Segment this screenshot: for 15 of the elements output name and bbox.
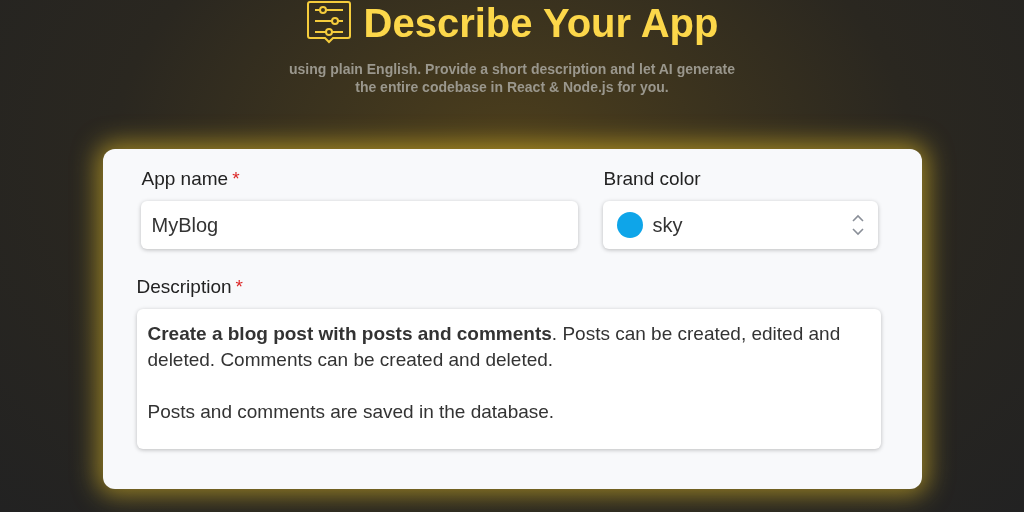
sliders-icon — [305, 0, 352, 46]
field-label: App name — [141, 166, 229, 191]
required-mark: * — [235, 274, 243, 299]
field-label: Description — [136, 274, 232, 299]
subtitle-line: the entire codebase in React & Node.js for you. — [355, 78, 669, 96]
description-field[interactable]: Create a blog post with posts and comments. Posts can be created, edited and deleted. Comments can be created and deleted. Posts and comments are saved in the database. — [136, 309, 881, 449]
app-name-field[interactable]: MyBlog — [140, 201, 578, 249]
description-paragraph: Posts and comments are saved in the database. — [147, 400, 556, 424]
field-label: Brand color — [603, 166, 701, 191]
description-paragraph: Create a blog post with posts and comments. Posts can be created, edited and deleted. Comments can be created and deleted. — [147, 322, 842, 372]
required-mark: * — [232, 166, 240, 191]
chevron-up-down-icon — [851, 214, 864, 236]
page-title: Describe Your App — [363, 3, 719, 43]
subtitle-line: using plain English. Provide a short description and let AI generate — [289, 60, 735, 78]
brand-color-select[interactable]: sky — [602, 201, 878, 249]
